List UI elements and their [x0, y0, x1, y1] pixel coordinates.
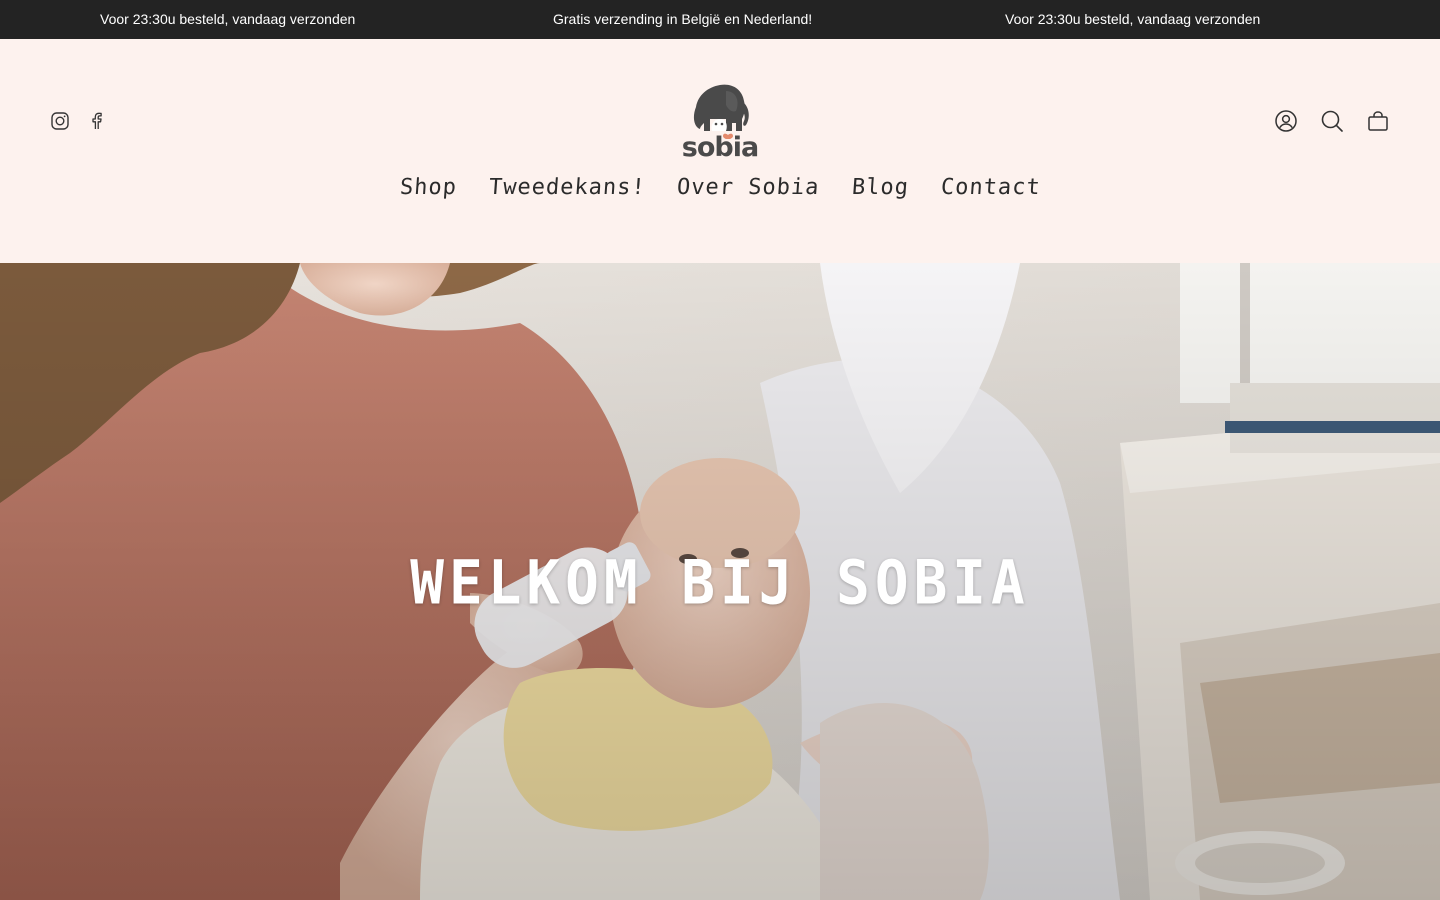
social-links [50, 111, 107, 131]
search-icon[interactable] [1320, 109, 1344, 133]
elephant-logo [693, 84, 749, 139]
nav-item-shop[interactable]: Shop [398, 175, 459, 200]
main-navigation: Shop Tweedekans! Over Sobia Blog Contact [0, 175, 1440, 200]
nav-item-blog[interactable]: Blog [850, 175, 911, 200]
instagram-icon[interactable] [50, 111, 70, 131]
nav-item-tweedekans[interactable]: Tweedekans! [487, 175, 647, 200]
hero-banner: WELKOM BIJ SOBIA [0, 263, 1440, 900]
announcement-message: Voor 23:30u besteld, vandaag verzonden [1005, 11, 1261, 27]
facebook-icon[interactable] [87, 111, 107, 131]
nav-item-contact[interactable]: Contact [939, 175, 1042, 200]
site-header: sobia Shop Tweedekans! Over Sobia Blog C… [0, 39, 1440, 263]
announcement-bar: Voor 23:30u besteld, vandaag verzonden G… [0, 0, 1440, 39]
cart-icon[interactable] [1366, 109, 1390, 133]
site-logo[interactable]: sobia [678, 79, 762, 165]
announcement-message: Gratis verzending in België en Nederland… [553, 11, 813, 27]
header-actions [1274, 109, 1390, 133]
announcement-message: Voor 23:30u besteld, vandaag verzonden [100, 11, 356, 27]
logo-wordmark: sobia [681, 132, 759, 163]
nav-item-over-sobia[interactable]: Over Sobia [675, 175, 821, 200]
hero-title: WELKOM BIJ SOBIA [410, 548, 1030, 619]
account-icon[interactable] [1274, 109, 1298, 133]
